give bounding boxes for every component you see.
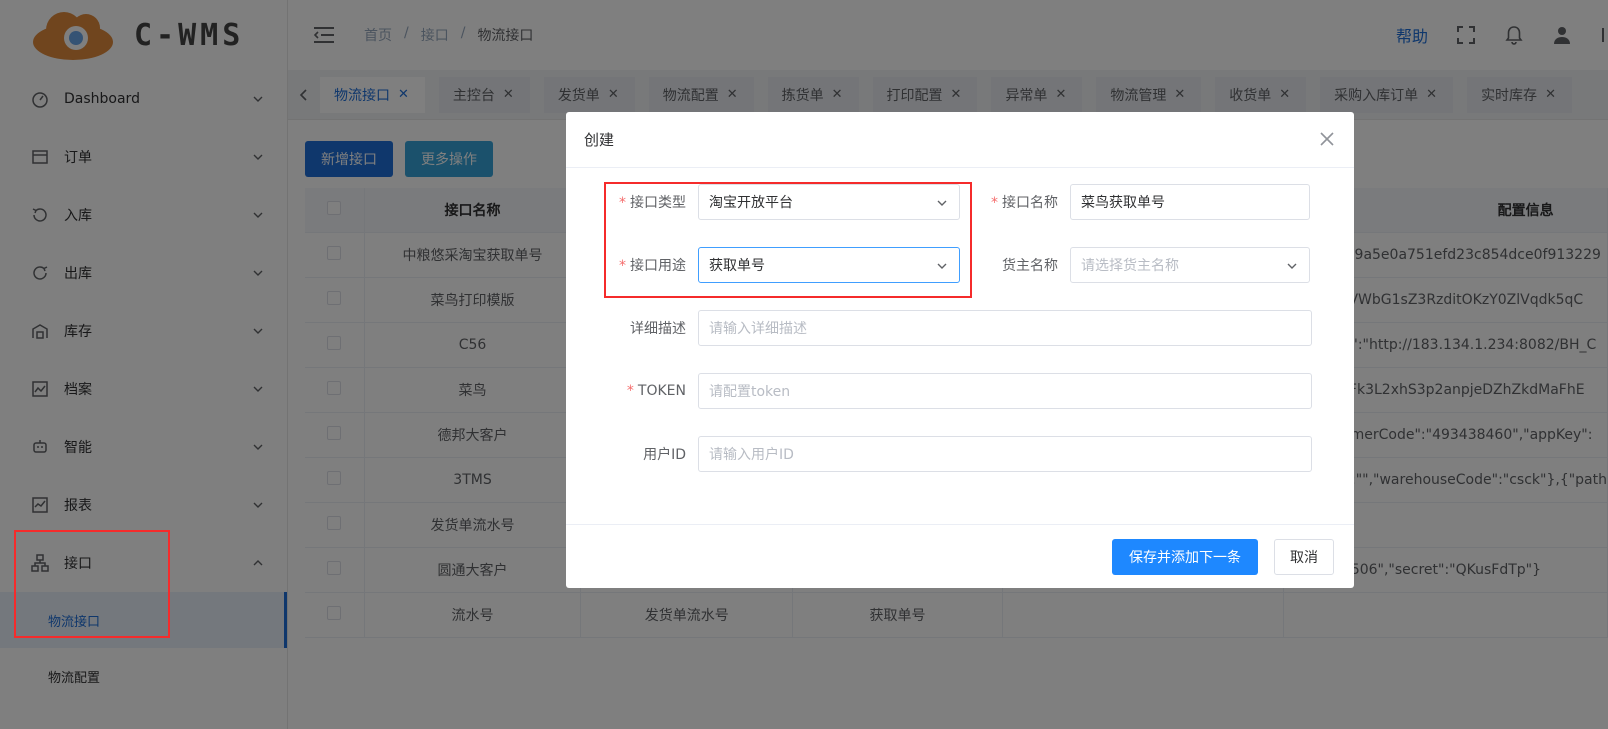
form-row-owner: 货主名称 请选择货主名称 [974,247,1310,283]
chevron-down-icon [1287,263,1297,269]
dialog-title: 创建 [584,131,615,149]
highlight-box-type-usage [604,182,972,298]
description-input[interactable]: 请输入详细描述 [698,310,1312,346]
dialog-footer: 保存并添加下一条 取消 [566,524,1354,588]
close-icon[interactable] [1318,130,1336,148]
dialog-header: 创建 [566,112,1354,168]
owner-name-select[interactable]: 请选择货主名称 [1070,247,1310,283]
form-row-name: * 接口名称 菜鸟获取单号 [974,184,1310,220]
user-id-label: 用户ID [643,447,686,463]
description-label: 详细描述 [630,321,686,337]
form-row-desc: 详细描述 请输入详细描述 [602,310,1312,346]
interface-name-input[interactable]: 菜鸟获取单号 [1070,184,1310,220]
interface-name-label: * 接口名称 [991,195,1058,211]
token-label: * TOKEN [626,383,686,399]
form-row-token: * TOKEN 请配置token [602,373,1312,409]
owner-name-label: 货主名称 [1002,258,1058,274]
user-id-input[interactable]: 请输入用户ID [698,436,1312,472]
save-and-add-next-button[interactable]: 保存并添加下一条 [1112,539,1258,575]
highlight-box-interface-menu [14,530,170,638]
cancel-button[interactable]: 取消 [1274,539,1334,575]
form-row-userid: 用户ID 请输入用户ID [602,436,1312,472]
token-input[interactable]: 请配置token [698,373,1312,409]
